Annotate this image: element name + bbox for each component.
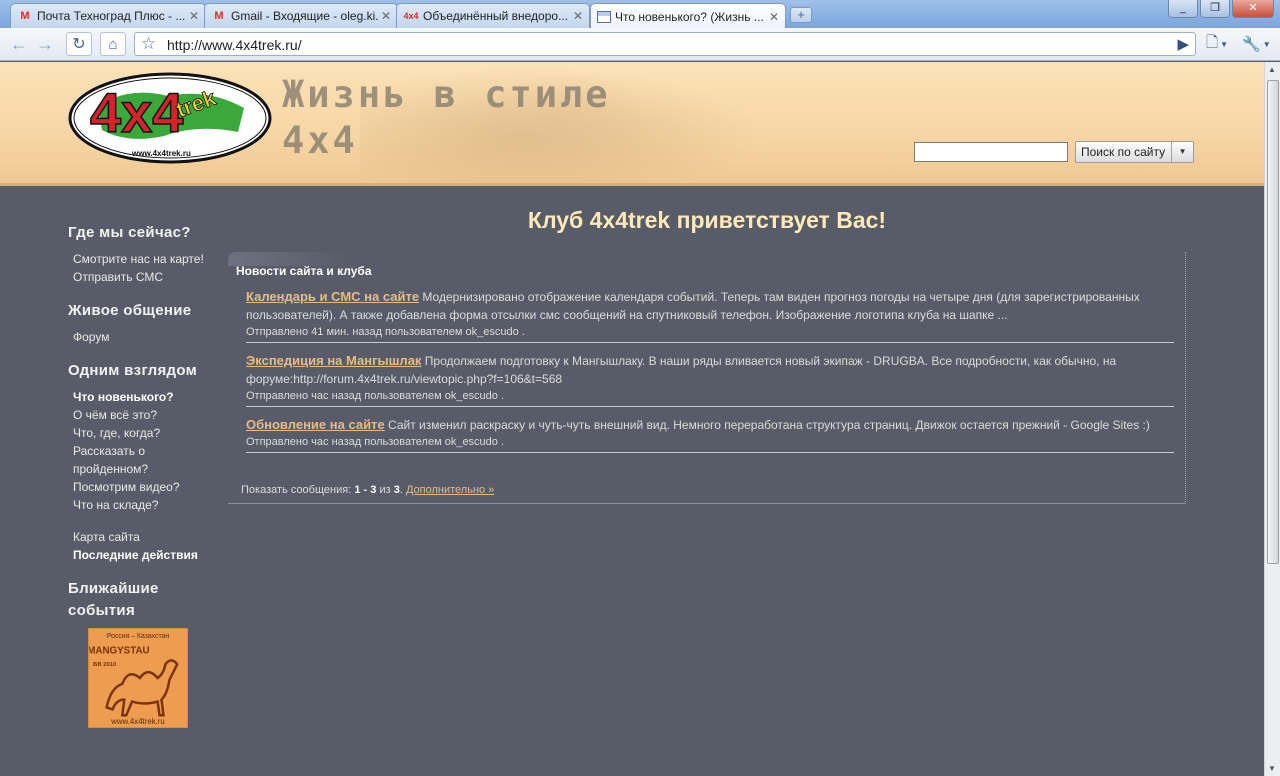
forward-arrow-icon[interactable]: → <box>32 32 58 56</box>
news-title-link[interactable]: Экспедиция на Мангышлак <box>246 353 421 368</box>
sidebar-heading-where: Где мы сейчас? <box>68 224 191 241</box>
pager-dash: - <box>363 484 368 496</box>
browser-tab-3[interactable]: 4x4 Объединённый внедоро... ✕ <box>396 3 590 28</box>
google-sites-icon <box>597 10 611 23</box>
site-tagline: Жизнь в стиле 4x4 <box>282 72 611 164</box>
page-viewport: 4x4 trek www.4x4trek.ru Жизнь в стиле 4x… <box>0 62 1264 776</box>
tab-title: Почта Техноград Плюс - ... <box>37 9 186 23</box>
minimize-button[interactable]: _ <box>1168 0 1198 18</box>
site-header: 4x4 trek www.4x4trek.ru Жизнь в стиле 4x… <box>0 62 1264 186</box>
bookmark-star-icon[interactable]: ☆ <box>141 34 156 54</box>
tab-title: Gmail - Входящие - oleg.ki... <box>231 9 379 23</box>
news-body: Экспедиция на Мангышлак Продолжаем подго… <box>246 352 1174 388</box>
address-bar[interactable]: ☆ http://www.4x4trek.ru/ ▶ <box>134 32 1196 56</box>
tagline-line-2: 4x4 <box>282 119 358 162</box>
news-item: Экспедиция на Мангышлак Продолжаем подго… <box>246 352 1174 407</box>
sidebar-heading-events: Ближайшие события <box>68 580 159 619</box>
chevron-down-icon[interactable]: ▼ <box>1171 142 1193 162</box>
close-icon[interactable]: ✕ <box>379 9 393 23</box>
page-title: Клуб 4x4trek приветствует Вас! <box>527 207 887 233</box>
scrollbar-thumb[interactable] <box>1267 80 1279 564</box>
sidebar-link-stories[interactable]: Рассказать о пройденном? <box>73 442 218 478</box>
page-scrollbar[interactable]: ▲ ▼ <box>1264 62 1280 776</box>
sidebar-link-map[interactable]: Смотрите нас на карте! <box>73 250 218 268</box>
svg-text:БВ 2010: БВ 2010 <box>93 662 117 668</box>
tagline-line-1: Жизнь в стиле <box>282 73 611 116</box>
maximize-button[interactable]: ❐ <box>1200 0 1230 18</box>
window-controls: _ ❐ ✕ <box>1168 0 1274 18</box>
new-tab-button[interactable]: + <box>790 7 812 23</box>
sidebar-heading-glance: Одним взглядом <box>68 362 197 379</box>
logo-url-text: www.4x4trek.ru <box>131 149 191 158</box>
left-sidebar: Где мы сейчас? Смотрите нас на карте! От… <box>68 222 218 728</box>
news-meta: Отправлено 41 мин. назад пользователем o… <box>246 326 525 338</box>
sidebar-list-live: Форум <box>68 328 218 346</box>
url-text[interactable]: http://www.4x4trek.ru/ <box>167 37 302 53</box>
news-gadget: Новости сайта и клуба Календарь и СМС на… <box>228 252 1186 504</box>
news-body: Обновление на сайте Сайт изменил раскрас… <box>246 416 1174 434</box>
back-arrow-icon[interactable]: ← <box>6 32 32 56</box>
news-text: Сайт изменил раскраску и чуть-чуть внешн… <box>388 418 1150 432</box>
close-icon[interactable]: ✕ <box>767 10 781 24</box>
go-arrow-icon[interactable]: ▶ <box>1177 35 1189 53</box>
close-icon[interactable]: ✕ <box>187 9 201 23</box>
gmail-icon: M <box>20 10 30 22</box>
scroll-up-icon[interactable]: ▲ <box>1268 65 1276 74</box>
sidebar-list-where: Смотрите нас на карте! Отправить СМС <box>68 250 218 286</box>
browser-tabstrip: M Почта Техноград Плюс - ... ✕ M Gmail -… <box>0 0 1280 29</box>
news-title-link[interactable]: Календарь и СМС на сайте <box>246 289 419 304</box>
news-heading: Новости сайта и клуба <box>236 264 372 278</box>
sidebar-link-whats-new[interactable]: Что новенького? <box>73 388 218 406</box>
news-item: Обновление на сайте Сайт изменил раскрас… <box>246 416 1174 453</box>
site-search-input[interactable] <box>914 142 1068 162</box>
more-link[interactable]: Дополнительно » <box>406 484 494 496</box>
tab-title: Что новенького? (Жизнь ... <box>615 9 764 24</box>
browser-tab-1[interactable]: M Почта Техноград Плюс - ... ✕ <box>10 3 206 28</box>
mangystau-event-banner[interactable]: Россия – Казахстан MANGYSTAU БВ 2010 www… <box>88 628 188 728</box>
scroll-down-icon[interactable]: ▼ <box>1268 764 1276 773</box>
browser-toolbar: ← → ↻ ⌂ ☆ http://www.4x4trek.ru/ ▶ 🗋 ▼ 🔧 ▼ <box>0 28 1280 61</box>
close-window-button[interactable]: ✕ <box>1232 0 1274 18</box>
sidebar-link-where-when[interactable]: Что, где, когда? <box>73 424 218 442</box>
4x4trek-logo[interactable]: 4x4 trek www.4x4trek.ru <box>68 66 272 164</box>
tab-title: Объединённый внедоро... <box>423 9 569 23</box>
pager-of: из <box>379 484 391 496</box>
sidebar-list-misc: Карта сайта Последние действия <box>68 528 218 564</box>
svg-text:www.4x4trek.ru: www.4x4trek.ru <box>110 717 165 726</box>
gmail-icon: M <box>214 10 224 22</box>
sidebar-link-sitemap[interactable]: Карта сайта <box>73 528 218 546</box>
sidebar-link-about[interactable]: О чём всё это? <box>73 406 218 424</box>
news-meta: Отправлено час назад пользователем ok_es… <box>246 390 505 402</box>
browser-tab-4-active[interactable]: Что новенького? (Жизнь ... ✕ <box>590 3 786 29</box>
close-icon[interactable]: ✕ <box>571 9 585 23</box>
news-title-link[interactable]: Обновление на сайте <box>246 417 385 432</box>
search-button-label: Поиск по сайту <box>1081 145 1166 159</box>
sidebar-link-video[interactable]: Посмотрим видео? <box>73 478 218 496</box>
page-menu-icon[interactable]: 🗋 ▼ <box>1206 33 1228 55</box>
sidebar-list-glance: Что новенького? О чём всё это? Что, где,… <box>68 388 218 514</box>
pager-prefix: Показать сообщения: <box>241 484 352 496</box>
svg-text:4x4: 4x4 <box>90 81 183 144</box>
news-meta: Отправлено час назад пользователем ok_es… <box>246 436 505 448</box>
sidebar-heading-live: Живое общение <box>68 302 192 319</box>
pager-from: 1 <box>354 484 361 496</box>
sidebar-link-recent-activity[interactable]: Последние действия <box>73 546 218 564</box>
svg-text:MANGYSTAU: MANGYSTAU <box>88 646 150 657</box>
news-body: Календарь и СМС на сайте Модернизировано… <box>246 288 1174 324</box>
sidebar-link-sms[interactable]: Отправить СМС <box>73 268 218 286</box>
home-icon[interactable]: ⌂ <box>100 32 126 56</box>
pager-dot: . <box>399 484 403 496</box>
sidebar-link-forum[interactable]: Форум <box>73 328 218 346</box>
sidebar-link-warehouse[interactable]: Что на складе? <box>73 496 218 514</box>
wrench-menu-icon[interactable]: 🔧 ▼ <box>1242 33 1271 55</box>
browser-tab-2[interactable]: M Gmail - Входящие - oleg.ki... ✕ <box>204 3 398 28</box>
news-pager: Показать сообщения: 1 - 3 из 3. Дополнит… <box>241 484 494 496</box>
site-search-button[interactable]: Поиск по сайту ▼ <box>1075 141 1194 163</box>
news-item: Календарь и СМС на сайте Модернизировано… <box>246 288 1174 343</box>
svg-text:Россия – Казахстан: Россия – Казахстан <box>107 633 169 640</box>
reload-icon[interactable]: ↻ <box>66 32 92 56</box>
pager-to: 3 <box>370 484 377 496</box>
4x4trek-favicon-icon: 4x4 <box>403 11 419 21</box>
